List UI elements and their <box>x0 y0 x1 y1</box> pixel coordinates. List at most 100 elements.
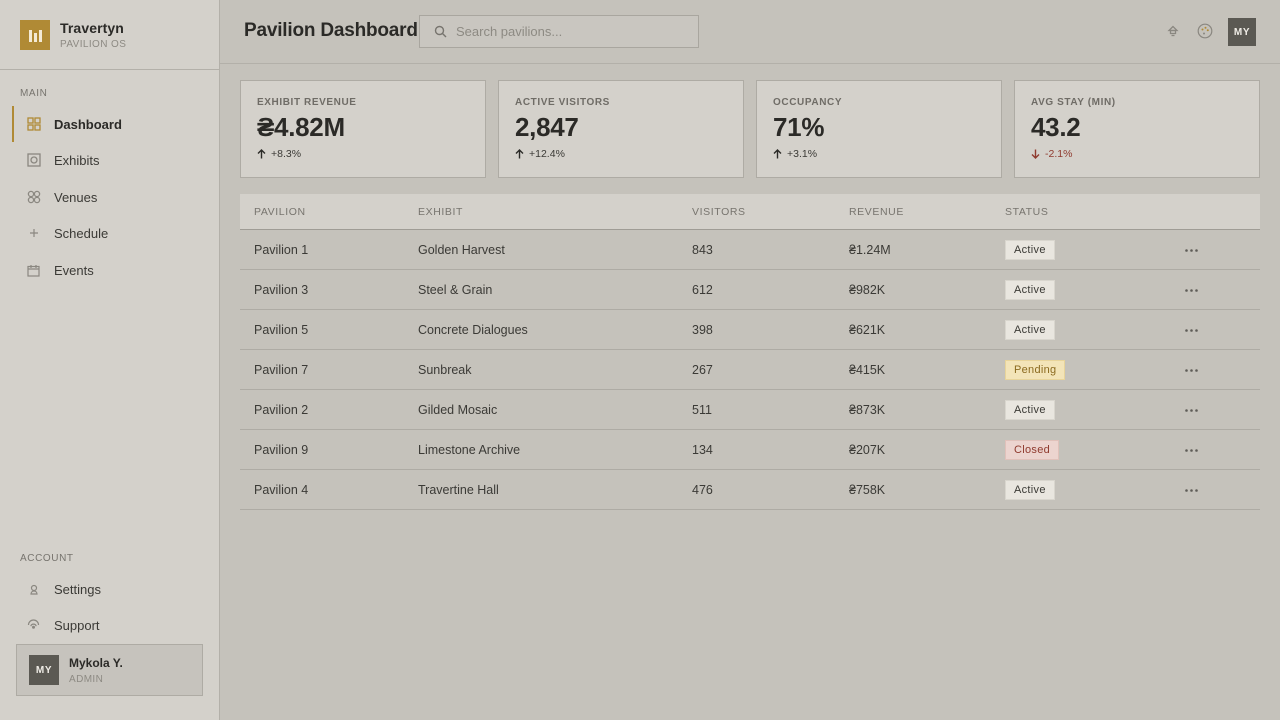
stat-card-occupancy: OCCUPANCY 71% +3.1% <box>756 80 1002 178</box>
stat-card-avg-stay: AVG STAY (MIN) 43.2 -2.1% <box>1014 80 1260 178</box>
column-header-revenue[interactable]: REVENUE <box>849 206 904 218</box>
more-actions-icon[interactable] <box>1183 322 1199 338</box>
status-badge: Active <box>1005 239 1055 260</box>
cell-visitors: 476 <box>692 482 713 497</box>
stat-change: +8.3% <box>257 148 469 160</box>
venues-icon <box>26 190 41 205</box>
more-actions-icon[interactable] <box>1183 482 1199 498</box>
stat-label: AVG STAY (MIN) <box>1031 97 1116 108</box>
cell-visitors: 612 <box>692 282 713 297</box>
sidebar-item-exhibits[interactable]: Exhibits <box>12 142 220 178</box>
cell-exhibit: Limestone Archive <box>418 442 521 457</box>
cell-pavilion: Pavilion 1 <box>254 242 309 257</box>
sidebar-item-dashboard[interactable]: Dashboard <box>12 106 220 142</box>
column-header-pavilion[interactable]: PAVILION <box>254 206 306 218</box>
frame-icon <box>26 153 41 168</box>
column-header-visitors[interactable]: VISITORS <box>692 206 746 218</box>
cell-revenue: ₴621K <box>849 322 886 337</box>
more-actions-icon[interactable] <box>1183 442 1199 458</box>
section-label-account: ACCOUNT <box>20 553 74 564</box>
user-name: Mykola Y. <box>69 655 123 670</box>
cell-revenue: ₴982K <box>849 282 886 297</box>
brand-name: Travertyn <box>60 19 124 36</box>
stat-change-value: +3.1% <box>787 148 818 160</box>
more-actions-icon[interactable] <box>1183 242 1199 258</box>
header-avatar[interactable]: MY <box>1228 18 1256 46</box>
stat-label: EXHIBIT REVENUE <box>257 97 357 108</box>
settings-icon <box>26 582 41 597</box>
grid-icon <box>26 117 41 132</box>
user-role: ADMIN <box>69 673 104 685</box>
cell-pavilion: Pavilion 4 <box>254 482 309 497</box>
table-row[interactable]: Pavilion 9 Limestone Archive 134 ₴207K C… <box>240 430 1260 470</box>
cell-revenue: ₴207K <box>849 442 886 457</box>
cell-exhibit: Golden Harvest <box>418 242 505 257</box>
status-badge: Active <box>1005 399 1055 420</box>
arrow-up-icon <box>257 149 266 159</box>
cell-exhibit: Concrete Dialogues <box>418 322 528 337</box>
stat-value: 43.2 <box>1031 112 1081 142</box>
table-row[interactable]: Pavilion 2 Gilded Mosaic 511 ₴873K Activ… <box>240 390 1260 430</box>
sidebar-item-schedule[interactable]: Schedule <box>12 215 220 251</box>
stat-change-value: -2.1% <box>1045 148 1073 160</box>
brand[interactable]: Travertyn PAVILION OS <box>0 0 219 70</box>
theme-palette-icon[interactable] <box>1196 22 1214 40</box>
cell-revenue: ₴415K <box>849 362 886 377</box>
table-header: PAVILION EXHIBIT VISITORS REVENUE STATUS <box>240 194 1260 230</box>
stat-card-exhibit-revenue: EXHIBIT REVENUE ₴4.82M +8.3% <box>240 80 486 178</box>
stat-label: ACTIVE VISITORS <box>515 97 610 108</box>
cell-pavilion: Pavilion 2 <box>254 402 309 417</box>
sidebar-item-label: Settings <box>54 581 101 597</box>
brand-text: Travertyn PAVILION OS <box>60 20 126 50</box>
cell-exhibit: Travertine Hall <box>418 482 499 497</box>
status-badge: Active <box>1005 479 1055 500</box>
avatar: MY <box>29 655 59 685</box>
stat-value: 2,847 <box>515 112 579 142</box>
more-actions-icon[interactable] <box>1183 282 1199 298</box>
table-row[interactable]: Pavilion 1 Golden Harvest 843 ₴1.24M Act… <box>240 230 1260 270</box>
sidebar-item-label: Events <box>54 262 94 278</box>
search-input[interactable] <box>456 24 686 39</box>
stat-change-value: +8.3% <box>271 148 302 160</box>
status-badge: Pending <box>1005 359 1066 380</box>
sidebar-item-settings[interactable]: Settings <box>12 571 220 607</box>
cell-visitors: 267 <box>692 362 713 377</box>
table-row[interactable]: Pavilion 5 Concrete Dialogues 398 ₴621K … <box>240 310 1260 350</box>
sidebar-item-support[interactable]: Support <box>12 607 220 643</box>
cell-visitors: 134 <box>692 442 713 457</box>
user-card[interactable]: MY Mykola Y. ADMIN <box>16 644 203 696</box>
cell-exhibit: Sunbreak <box>418 362 472 377</box>
status-badge: Closed <box>1005 439 1060 460</box>
sidebar-item-venues[interactable]: Venues <box>12 179 220 215</box>
section-label-main: MAIN <box>20 88 48 99</box>
support-icon <box>26 618 41 633</box>
notification-bell-icon[interactable] <box>1164 22 1182 40</box>
column-header-status[interactable]: STATUS <box>1005 206 1048 218</box>
cell-pavilion: Pavilion 7 <box>254 362 309 377</box>
cell-visitors: 511 <box>692 402 712 417</box>
column-header-exhibit[interactable]: EXHIBIT <box>418 206 463 218</box>
brand-subtitle: PAVILION OS <box>60 38 127 50</box>
more-actions-icon[interactable] <box>1183 402 1199 418</box>
table-row[interactable]: Pavilion 4 Travertine Hall 476 ₴758K Act… <box>240 470 1260 510</box>
calendar-icon <box>26 263 41 278</box>
table-row[interactable]: Pavilion 3 Steel & Grain 612 ₴982K Activ… <box>240 270 1260 310</box>
stat-value: 71% <box>773 112 825 142</box>
arrow-up-icon <box>515 149 524 159</box>
search-box[interactable] <box>419 15 699 48</box>
cell-exhibit: Gilded Mosaic <box>418 402 498 417</box>
arrow-up-icon <box>773 149 782 159</box>
more-actions-icon[interactable] <box>1183 362 1199 378</box>
cell-revenue: ₴758K <box>849 482 886 497</box>
stat-label: OCCUPANCY <box>773 97 843 108</box>
stat-change: +12.4% <box>515 148 727 160</box>
search-icon <box>434 25 447 38</box>
status-badge: Active <box>1005 319 1055 340</box>
sidebar-item-label: Venues <box>54 189 98 205</box>
sidebar-item-label: Exhibits <box>54 152 100 168</box>
arrow-down-icon <box>1031 149 1040 159</box>
table-row[interactable]: Pavilion 7 Sunbreak 267 ₴415K Pending <box>240 350 1260 390</box>
sidebar-item-events[interactable]: Events <box>12 252 220 288</box>
header: Pavilion Dashboard MY <box>220 0 1280 64</box>
sidebar-item-label: Dashboard <box>54 116 122 132</box>
